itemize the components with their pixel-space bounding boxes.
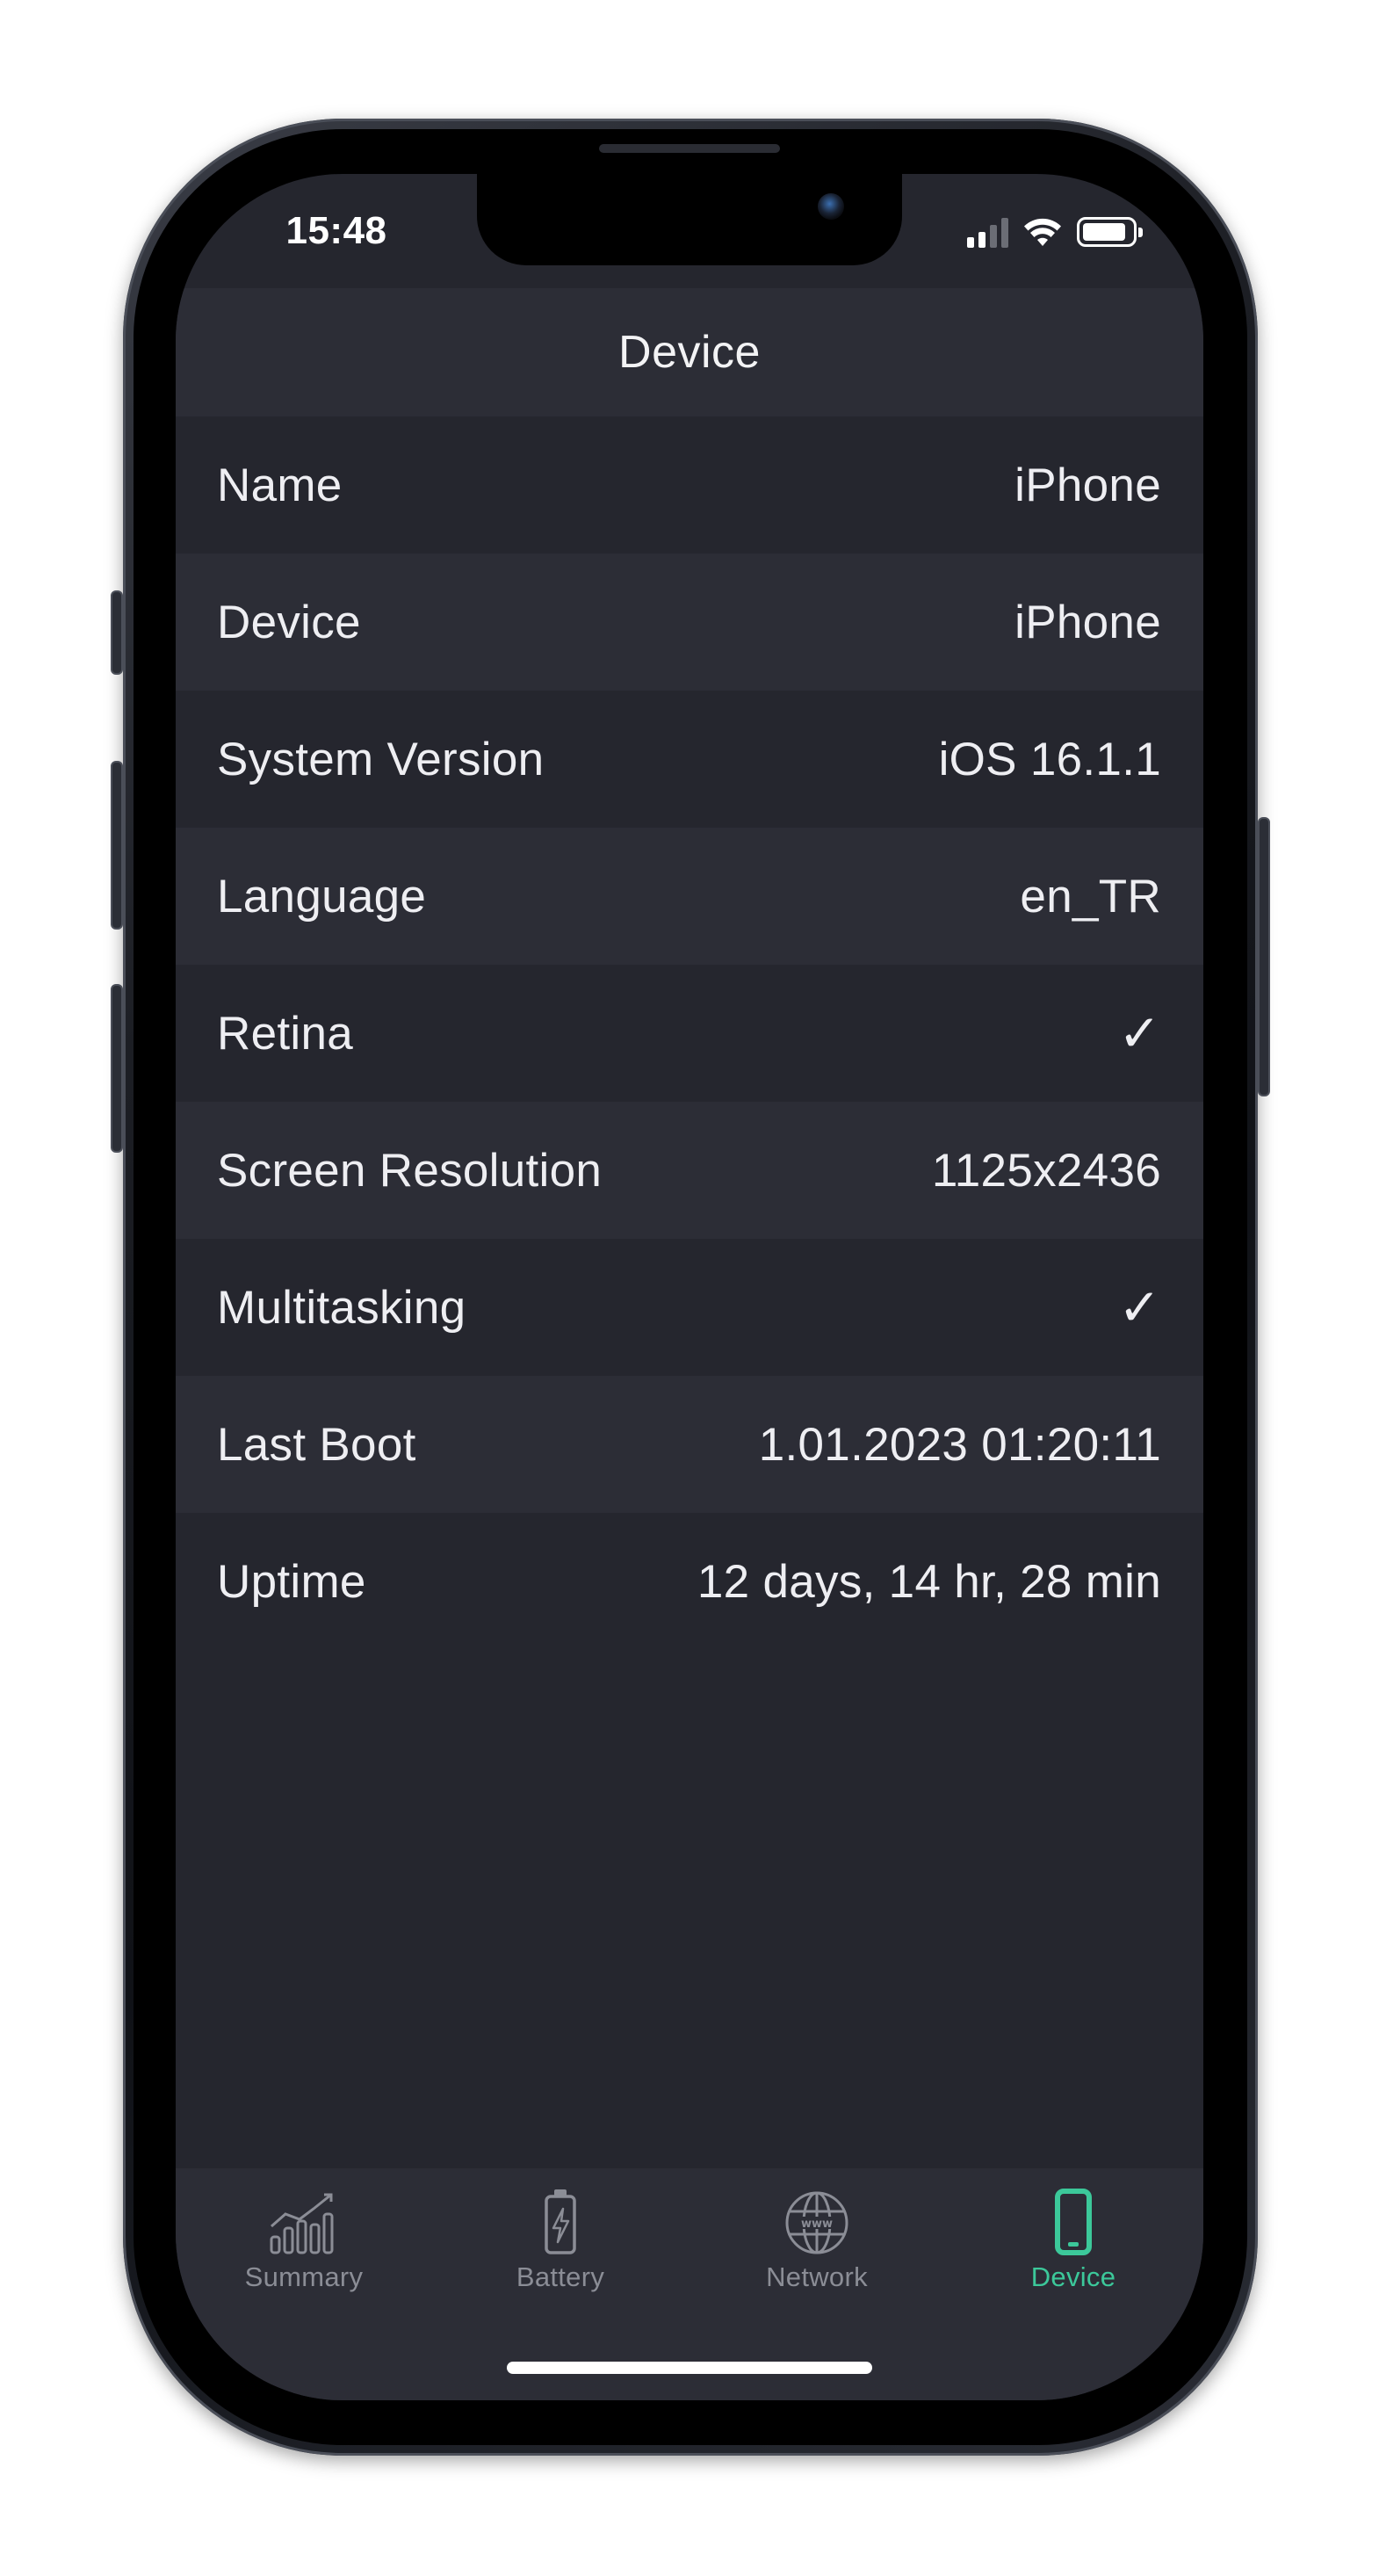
navigation-bar: Device: [176, 288, 1203, 416]
svg-text:www: www: [801, 2218, 833, 2231]
tab-label: Network: [766, 2261, 868, 2292]
tab-label: Summary: [244, 2261, 364, 2292]
info-row-device: Device iPhone: [176, 554, 1203, 691]
status-icons: [967, 214, 1143, 250]
row-label: Device: [217, 596, 361, 648]
row-label: Last Boot: [217, 1418, 416, 1471]
page-title: Device: [618, 327, 761, 378]
tab-device[interactable]: Device: [945, 2168, 1202, 2300]
chart-bars-icon: [270, 2193, 334, 2254]
silent-switch: [111, 590, 123, 675]
tab-label: Battery: [516, 2261, 605, 2292]
checkmark-icon: ✓: [1118, 1005, 1161, 1062]
volume-down-button: [111, 984, 123, 1153]
front-camera: [818, 193, 844, 220]
row-value: en_TR: [1020, 870, 1161, 923]
row-value: 12 days, 14 hr, 28 min: [697, 1555, 1161, 1608]
info-row-retina: Retina ✓: [176, 965, 1203, 1102]
status-time: 15:48: [285, 209, 387, 252]
checkmark-icon: ✓: [1118, 1279, 1161, 1336]
info-row-screen-resolution: Screen Resolution 1125x2436: [176, 1102, 1203, 1239]
row-label: Language: [217, 870, 427, 923]
speaker-grille: [599, 144, 780, 153]
wifi-icon: [1024, 218, 1061, 246]
info-row-uptime: Uptime 12 days, 14 hr, 28 min: [176, 1513, 1203, 1650]
notch: [477, 174, 902, 265]
tab-label: Device: [1030, 2261, 1116, 2292]
battery-status-icon: [1077, 217, 1143, 247]
row-value: 1.01.2023 01:20:11: [758, 1418, 1161, 1471]
info-row-multitasking: Multitasking ✓: [176, 1239, 1203, 1376]
globe-www-icon: www: [785, 2191, 848, 2254]
row-label: System Version: [217, 733, 545, 785]
cellular-signal-icon: [967, 216, 1008, 248]
info-row-name: Name iPhone: [176, 416, 1203, 554]
row-value: iPhone: [1014, 596, 1161, 648]
tab-network[interactable]: www Network: [689, 2168, 945, 2300]
row-label: Multitasking: [217, 1281, 466, 1334]
tab-summary[interactable]: Summary: [176, 2168, 432, 2300]
device-info-list: Name iPhone Device iPhone System Version…: [176, 416, 1203, 1650]
screen: 15:48 Device Name iPhone Device iPhone S…: [176, 174, 1203, 2400]
battery-bolt-icon: [545, 2189, 576, 2254]
tab-battery[interactable]: Battery: [432, 2168, 689, 2300]
row-value: 1125x2436: [931, 1144, 1161, 1197]
row-label: Name: [217, 459, 343, 511]
row-value: iPhone: [1014, 459, 1161, 511]
info-row-language: Language en_TR: [176, 828, 1203, 965]
row-label: Retina: [217, 1007, 354, 1060]
phone-icon: [1055, 2189, 1092, 2255]
home-indicator[interactable]: [507, 2362, 872, 2374]
volume-up-button: [111, 761, 123, 930]
row-label: Uptime: [217, 1555, 366, 1608]
row-value: iOS 16.1.1: [938, 733, 1161, 785]
info-row-last-boot: Last Boot 1.01.2023 01:20:11: [176, 1376, 1203, 1513]
power-button: [1258, 817, 1270, 1096]
row-label: Screen Resolution: [217, 1144, 603, 1197]
info-row-system-version: System Version iOS 16.1.1: [176, 691, 1203, 828]
